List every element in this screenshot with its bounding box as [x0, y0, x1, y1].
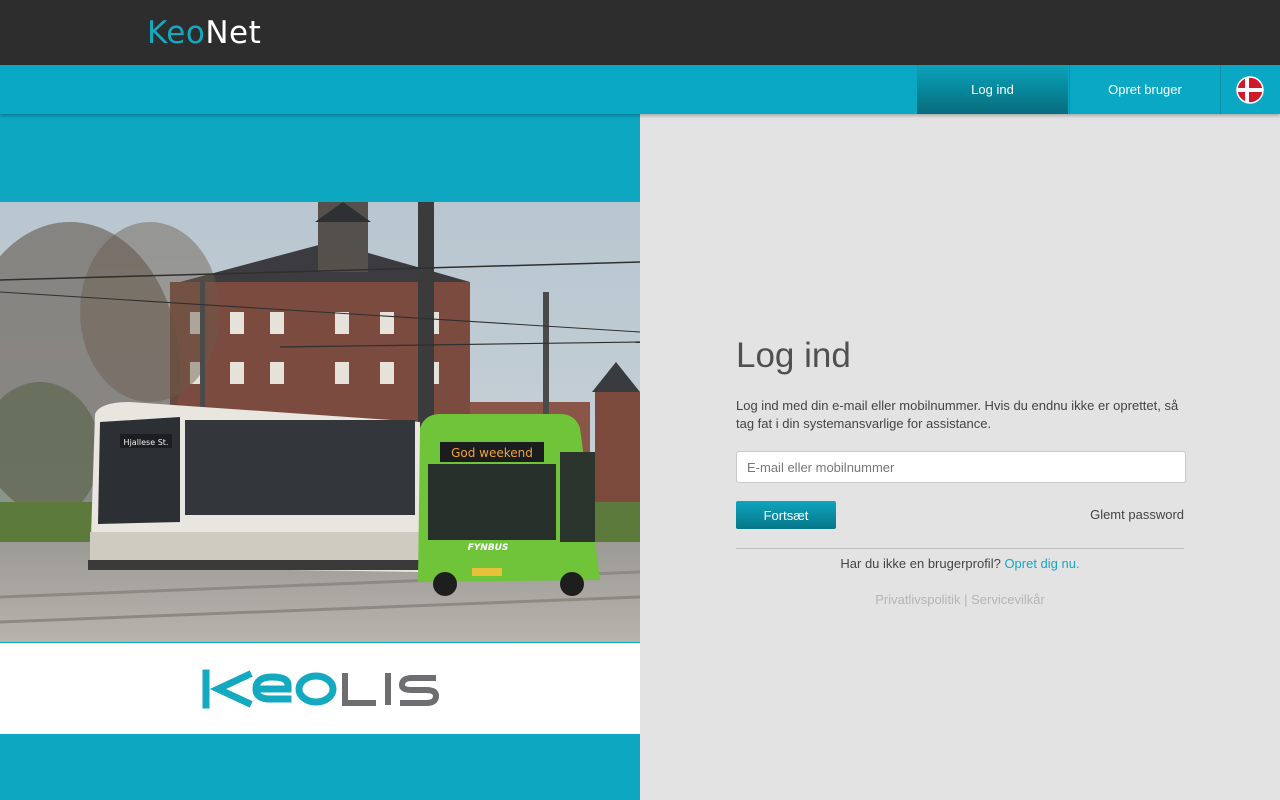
footer-links: Privatlivspolitik | Servicevilkår: [736, 592, 1184, 607]
nav-register-tab[interactable]: Opret bruger: [1069, 65, 1221, 114]
forgot-password-link[interactable]: Glemt password: [1090, 507, 1184, 522]
signup-link[interactable]: Opret dig nu.: [1004, 556, 1079, 571]
terms-of-service-link[interactable]: Servicevilkår: [971, 592, 1045, 607]
brand-panel: Hjallese St. God weekend FYNBUS: [0, 114, 640, 800]
top-header: KeoNet: [0, 0, 1280, 65]
login-description: Log ind med din e-mail eller mobilnummer…: [736, 398, 1179, 431]
divider: [736, 548, 1184, 549]
bus-destination-sign: God weekend: [451, 446, 533, 460]
nav-login-tab[interactable]: Log ind: [917, 65, 1068, 114]
continue-button[interactable]: Fortsæt: [736, 501, 836, 529]
language-selector[interactable]: [1220, 65, 1280, 114]
tram-destination-sign: Hjallese St.: [124, 438, 169, 447]
signup-prompt-text: Har du ikke en brugerprofil?: [840, 556, 1001, 571]
keolis-logo: [202, 669, 440, 708]
main-navigation: Log ind Opret bruger: [0, 65, 1280, 114]
bus-brand-text: FYNBUS: [468, 543, 509, 553]
logo-text-net: Net: [205, 15, 262, 51]
email-field[interactable]: [736, 451, 1186, 483]
tram-bus-photo: Hjallese St. God weekend FYNBUS: [0, 202, 640, 642]
privacy-policy-link[interactable]: Privatlivspolitik: [875, 592, 960, 607]
footer-separator: |: [964, 592, 968, 607]
page-title: Log ind: [736, 336, 851, 375]
login-panel: Log ind Log ind med din e-mail eller mob…: [640, 114, 1280, 800]
keolis-logo-box: [0, 643, 640, 734]
signup-prompt-row: Har du ikke en brugerprofil? Opret dig n…: [736, 556, 1184, 571]
keonet-logo[interactable]: KeoNet: [147, 14, 261, 52]
logo-text-keo: Keo: [147, 15, 206, 51]
denmark-flag-icon: [1236, 75, 1264, 104]
